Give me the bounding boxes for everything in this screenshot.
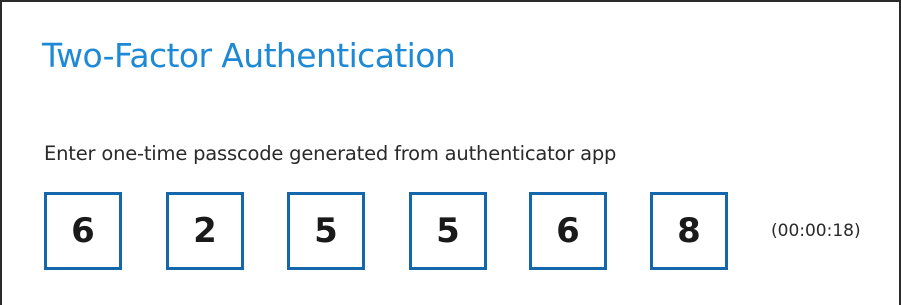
page-title: Two-Factor Authentication: [42, 36, 456, 75]
countdown-timer: (00:00:18): [771, 221, 861, 241]
passcode-digit-3[interactable]: 5: [287, 192, 365, 270]
passcode-digit-5[interactable]: 6: [529, 192, 607, 270]
instruction-text: Enter one-time passcode generated from a…: [44, 142, 617, 165]
two-factor-panel: Two-Factor Authentication Enter one-time…: [0, 0, 901, 305]
passcode-digit-2[interactable]: 2: [166, 192, 244, 270]
passcode-digit-1[interactable]: 6: [44, 192, 122, 270]
passcode-digit-6[interactable]: 8: [650, 192, 728, 270]
passcode-digit-4[interactable]: 5: [409, 192, 487, 270]
